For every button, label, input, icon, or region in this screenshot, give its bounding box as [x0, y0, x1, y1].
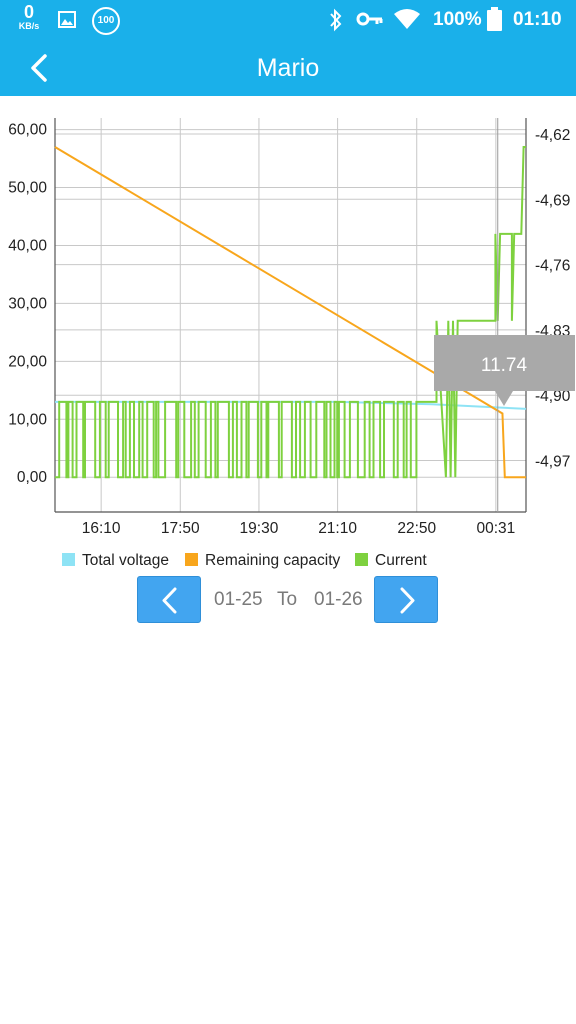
line-chart[interactable]: 60,00 50,00 40,00 30,00 20,00 10,00 0,00 -4,62 -… [0, 96, 576, 556]
legend-label-current: Current [375, 552, 427, 569]
legend-swatch-current [355, 553, 368, 566]
status-bar: 0 KB/s 100 100% 01:10 [0, 0, 576, 40]
y-left-tick-label: 50,00 [8, 180, 47, 197]
chevron-right-icon [400, 587, 415, 614]
x-tick-label: 00:31 [476, 520, 515, 537]
previous-day-button[interactable] [137, 576, 201, 623]
legend-label-total-voltage: Total voltage [82, 552, 170, 569]
y-left-tick-label: 40,00 [8, 237, 47, 254]
legend-swatch-total-voltage [62, 553, 75, 566]
y-left-tick-label: 20,00 [8, 353, 47, 370]
battery-icon [487, 7, 502, 31]
x-tick-label: 16:10 [82, 520, 121, 537]
clock: 01:10 [513, 9, 562, 30]
x-tick-label: 21:10 [318, 520, 357, 537]
chart-area[interactable]: 60,00 50,00 40,00 30,00 20,00 10,00 0,00 -4,62 -… [0, 96, 576, 556]
y-left-tick-label: 10,00 [8, 411, 47, 428]
date-to: 01-26 [314, 589, 363, 610]
next-day-button[interactable] [374, 576, 438, 623]
legend-label-remaining-capacity: Remaining capacity [205, 552, 341, 569]
network-speed: 0 KB/s [14, 3, 44, 31]
legend-item-remaining-capacity: Remaining capacity [185, 552, 340, 570]
y-right-tick-label: -4,76 [535, 258, 570, 275]
x-tick-label: 17:50 [161, 520, 200, 537]
legend-item-total-voltage: Total voltage [62, 552, 169, 570]
network-speed-unit: KB/s [18, 21, 40, 31]
wifi-icon [394, 9, 420, 29]
tooltip-value: 11.74 [481, 355, 528, 376]
network-speed-value: 0 [23, 2, 34, 22]
bluetooth-icon [330, 8, 342, 32]
x-tick-label: 22:50 [397, 520, 436, 537]
app-bar: Mario [0, 40, 576, 96]
vpn-key-icon [356, 12, 383, 26]
y-right-tick-label: -4,62 [535, 127, 570, 144]
chevron-left-icon [162, 587, 177, 614]
x-tick-label: 19:30 [240, 520, 279, 537]
gallery-icon [58, 11, 76, 28]
y-right-tick-label: -4,69 [535, 192, 570, 209]
legend-swatch-remaining-capacity [185, 553, 198, 566]
notification-badge: 100 [92, 7, 120, 35]
page-title: Mario [256, 54, 320, 82]
series-current-line [55, 146, 526, 479]
battery-percent: 100% [433, 9, 482, 30]
y-left-tick-label: 0,00 [17, 469, 48, 486]
date-from: 01-25 [214, 589, 263, 610]
y-left-tick-label: 30,00 [8, 295, 47, 312]
y-right-tick-label: -4,97 [535, 454, 570, 471]
y-left-tick-label: 60,00 [8, 122, 47, 139]
date-to-label: To [277, 589, 298, 610]
legend-item-current: Current [355, 552, 427, 570]
